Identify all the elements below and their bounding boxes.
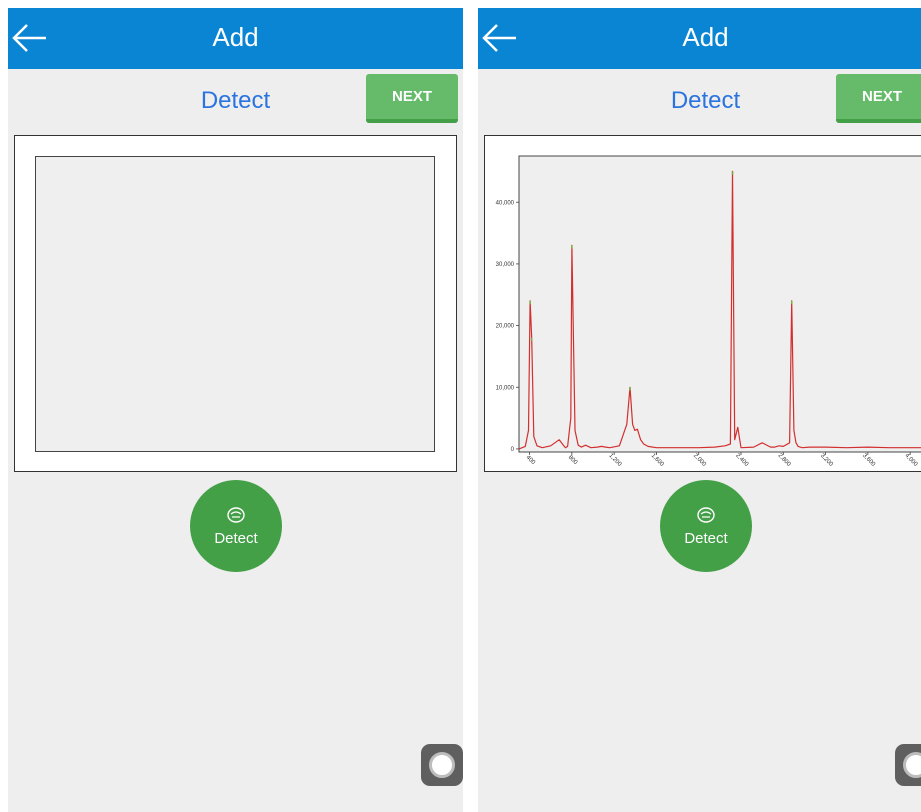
app-bar: Add [478, 8, 921, 69]
left-screen: Add Detect NEXT Detect [8, 8, 463, 812]
x-tick-label: 400 [525, 455, 537, 467]
assistive-touch-button[interactable] [421, 744, 463, 786]
assistive-touch-icon [903, 752, 921, 778]
detect-button[interactable]: Detect [190, 480, 282, 572]
page-title: Add [212, 22, 259, 52]
next-button[interactable]: NEXT [836, 74, 921, 123]
detect-button[interactable]: Detect [660, 480, 752, 572]
plot-area [518, 155, 921, 453]
spectrum-chart: 0 10,000 20,000 30,000 40,000 400 800 1,200 1,60… [496, 155, 921, 468]
x-tick-label: 3,200 [819, 453, 834, 468]
chart-card: 0 10,000 20,000 30,000 40,000 400 800 1,200 1,60… [484, 135, 921, 472]
x-tick-label: 2,400 [734, 453, 749, 468]
x-tick-label: 2,000 [692, 453, 707, 468]
ultrasound-probe-icon [227, 506, 245, 523]
assistive-touch-icon [429, 752, 455, 778]
y-tick-label: 40,000 [496, 200, 515, 206]
x-tick-label: 1,600 [650, 453, 665, 468]
app-bar: Add [8, 8, 463, 69]
ultrasound-probe-icon [697, 506, 715, 523]
next-button[interactable]: NEXT [366, 74, 458, 123]
y-tick-label: 20,000 [496, 324, 515, 330]
empty-plot-area [35, 156, 435, 452]
page-title: Add [682, 22, 729, 52]
x-tick-label: 1,200 [607, 453, 622, 468]
detect-button-label: Detect [684, 529, 728, 547]
x-tick-label: 800 [567, 455, 579, 467]
x-tick-label: 4,000 [903, 453, 918, 468]
chart-card [14, 135, 457, 472]
y-tick-label: 10,000 [496, 385, 515, 391]
y-tick-label: 0 [511, 447, 515, 453]
y-tick-label: 30,000 [496, 262, 515, 268]
right-screen: Add Detect NEXT 0 10,000 20,000 30,000 40,00… [478, 8, 921, 812]
x-tick-label: 3,600 [861, 453, 876, 468]
x-tick-label: 2,800 [777, 453, 792, 468]
detect-button-label: Detect [214, 529, 258, 547]
assistive-touch-button[interactable] [895, 744, 921, 786]
